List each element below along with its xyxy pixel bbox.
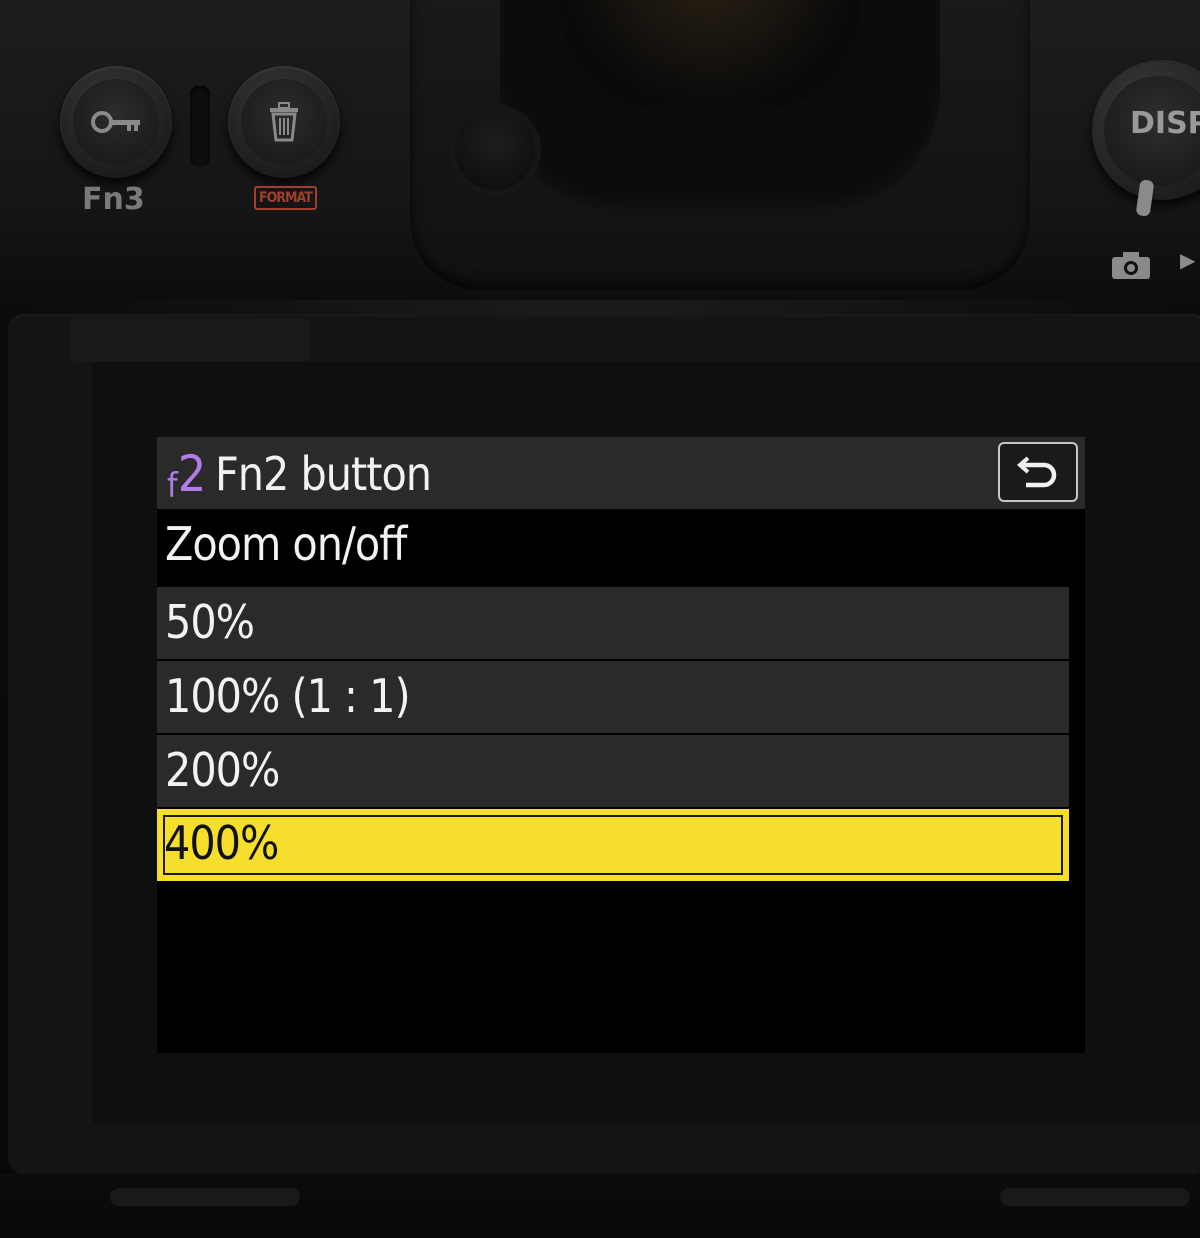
option-50-percent[interactable]: 50% <box>157 587 1069 659</box>
key-icon <box>91 111 140 133</box>
back-button[interactable] <box>998 442 1078 502</box>
bottom-foot-left <box>110 1188 300 1206</box>
settings-menu: f2 Fn2 button Zoom on/off 50% 100% (1 : … <box>157 437 1085 1053</box>
camera-bottom-edge <box>0 1174 1200 1238</box>
option-100-percent[interactable]: 100% (1 : 1) <box>157 661 1069 733</box>
option-label: 100% (1 : 1) <box>165 669 411 723</box>
format-label: FORMAT <box>254 186 317 210</box>
eye-sensor <box>455 110 535 190</box>
delete-button-face <box>241 79 327 165</box>
selection-outline <box>163 815 1063 875</box>
bottom-foot-right <box>1000 1188 1190 1206</box>
fn3-button-face <box>73 79 159 165</box>
menu-header: f2 Fn2 button <box>157 437 1085 509</box>
option-200-percent[interactable]: 200% <box>157 735 1069 807</box>
menu-code-letter: f <box>167 466 178 506</box>
option-400-percent[interactable]: 400% <box>157 809 1069 881</box>
delete-hardware-button[interactable] <box>228 66 340 178</box>
camera-back-view: Fn3 FORMAT DISP ▶ f2 Fn2 button Zoom on/… <box>0 0 1200 1238</box>
menu-subtitle: Zoom on/off <box>165 517 407 571</box>
button-divider <box>190 86 210 166</box>
trash-icon <box>270 102 298 142</box>
menu-code-digit: 2 <box>177 445 207 503</box>
option-label: 400% <box>164 816 279 870</box>
playback-icon: ▶ <box>1180 248 1196 272</box>
monitor-tilt-tab[interactable] <box>70 318 310 362</box>
fn3-hardware-button[interactable] <box>60 66 172 178</box>
menu-item-code: f2 <box>167 445 206 506</box>
viewfinder-glass <box>560 0 860 110</box>
fn3-label: Fn3 <box>82 182 145 217</box>
option-label: 50% <box>165 595 255 649</box>
option-label: 200% <box>165 743 280 797</box>
disp-label: DISP <box>1130 106 1200 141</box>
menu-title: Fn2 button <box>215 447 432 501</box>
camera-icon <box>1112 252 1150 279</box>
return-icon <box>1016 456 1057 488</box>
